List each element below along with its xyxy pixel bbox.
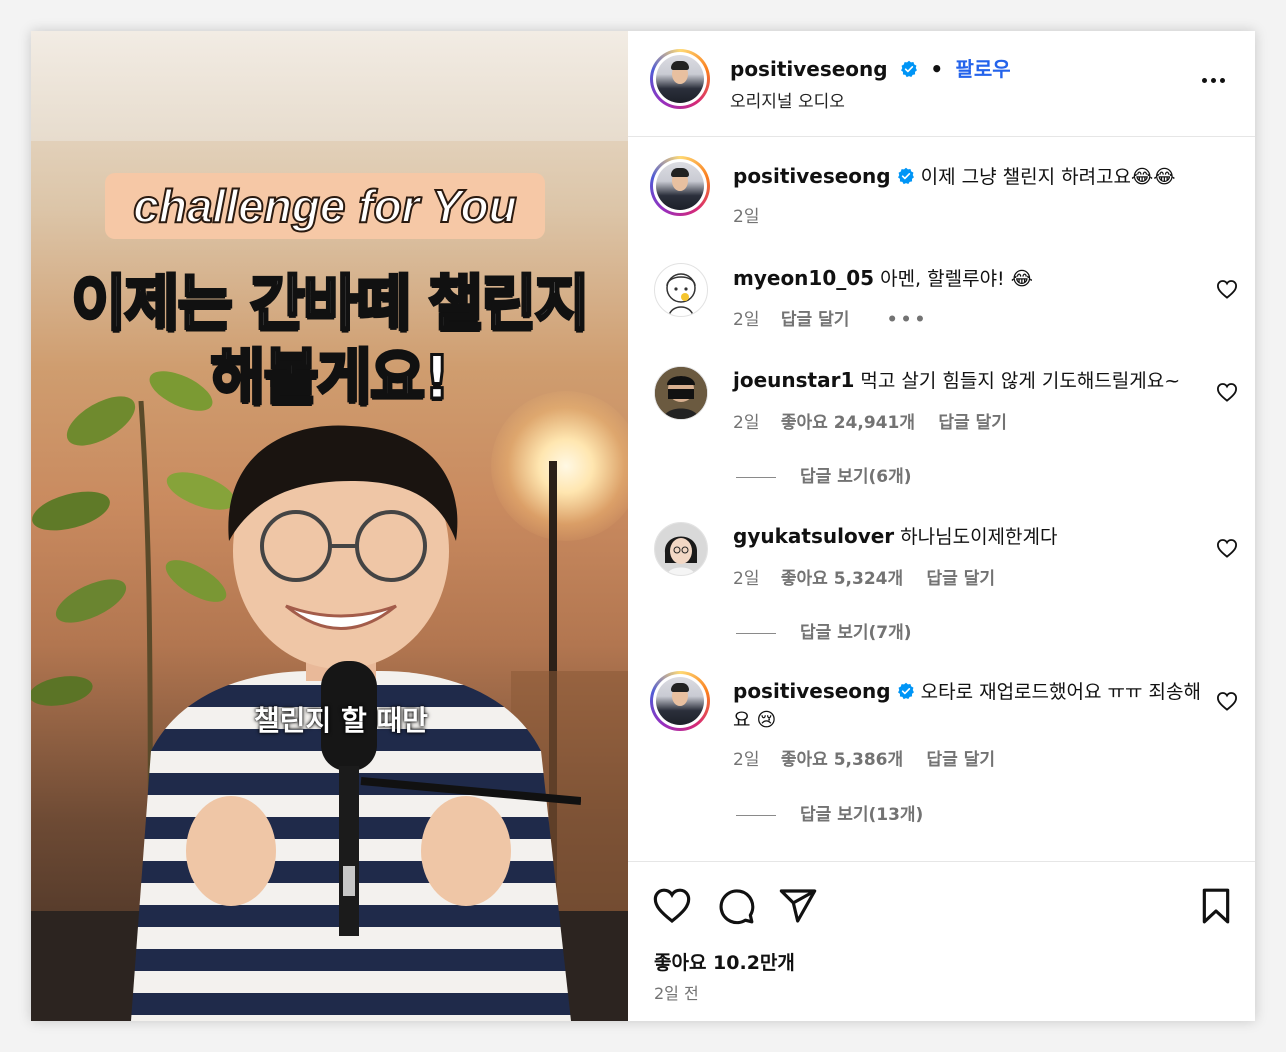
post-actions: 좋아요 10.2만개 2일 전 xyxy=(628,861,1255,1021)
comment-more-icon[interactable]: ••• xyxy=(887,310,929,330)
commenter-avatar[interactable] xyxy=(654,366,708,420)
heart-icon[interactable] xyxy=(1216,279,1238,299)
comment-username[interactable]: gyukatsulover xyxy=(733,524,894,548)
comment-time[interactable]: 2일 xyxy=(733,310,759,330)
comment-username[interactable]: joeunstar1 xyxy=(733,368,854,392)
comment-likes[interactable]: 좋아요 24,941개 xyxy=(781,413,915,433)
author-avatar[interactable] xyxy=(650,671,710,731)
overlay-headline-line2: 해볼게요! xyxy=(209,342,452,415)
reply-button[interactable]: 답글 달기 xyxy=(781,310,849,330)
comment-body: 이제 그냥 챌린지 하려고요😂😂 xyxy=(920,166,1176,188)
comment-meta: 2일 좋아요 5,324개 답글 달기 xyxy=(733,564,995,589)
post-modal: challenge for You 이제는 간바떼 챌린지 해볼게요! 챌린지 … xyxy=(31,31,1255,1021)
comment-text: joeunstar1 먹고 살기 힘들지 않게 기도해드릴게요~ xyxy=(733,366,1203,395)
comment-body: 하나님도이제한계다 xyxy=(900,526,1058,548)
post-side-panel: positiveseong • 팔로우 오리지널 오디오 positiveseo… xyxy=(628,31,1255,1021)
reply-button[interactable]: 답글 달기 xyxy=(938,413,1006,433)
commenter-avatar[interactable] xyxy=(654,522,708,576)
comment-meta: 2일 xyxy=(733,202,775,227)
author-avatar[interactable] xyxy=(650,156,710,216)
share-icon[interactable] xyxy=(778,886,818,926)
comment-time[interactable]: 2일 xyxy=(733,413,759,433)
heart-icon[interactable] xyxy=(652,886,692,926)
comment-meta: 2일 답글 달기 ••• xyxy=(733,305,928,330)
heart-icon[interactable] xyxy=(1216,382,1238,402)
bookmark-icon[interactable] xyxy=(1196,886,1236,926)
comment-text: myeon10_05 아멘, 할렐루야! 😂 xyxy=(733,264,1203,293)
reply-button[interactable]: 답글 달기 xyxy=(927,750,995,770)
video-subtitle: 챌린지 할 때만 xyxy=(253,704,429,737)
comment-meta: 2일 좋아요 24,941개 답글 달기 xyxy=(733,408,1007,433)
more-options-icon[interactable] xyxy=(1198,69,1228,91)
separator-dot: • xyxy=(930,57,944,81)
verified-badge-icon xyxy=(901,60,917,78)
heart-icon[interactable] xyxy=(1216,691,1238,711)
view-replies-label: 답글 보기(13개) xyxy=(800,805,924,825)
comment-username[interactable]: positiveseong xyxy=(733,679,891,703)
view-replies-button[interactable]: 답글 보기(13개) xyxy=(736,800,923,825)
comment-icon[interactable] xyxy=(716,886,756,926)
video-background-ceiling xyxy=(31,31,628,141)
reel-video[interactable]: challenge for You 이제는 간바떼 챌린지 해볼게요! 챌린지 … xyxy=(31,31,628,1021)
divider-line xyxy=(736,632,776,634)
view-replies-label: 답글 보기(7개) xyxy=(800,623,912,643)
author-username[interactable]: positiveseong xyxy=(730,57,888,81)
divider-line xyxy=(736,814,776,816)
overlay-title: challenge for You xyxy=(132,179,517,233)
comment-time[interactable]: 2일 xyxy=(733,569,759,589)
comment-username[interactable]: positiveseong xyxy=(733,164,891,188)
divider-line xyxy=(736,476,776,478)
author-avatar[interactable] xyxy=(650,49,710,109)
follow-button[interactable]: 팔로우 xyxy=(955,57,1010,81)
comment-text: positiveseong 오타로 재업로드했어요 ㅠㅠ 죄송해요 😢 xyxy=(733,677,1203,734)
view-replies-label: 답글 보기(6개) xyxy=(800,467,912,487)
view-replies-button[interactable]: 답글 보기(7개) xyxy=(736,618,912,643)
header-title-row: positiveseong • 팔로우 xyxy=(730,53,1011,82)
commenter-avatar[interactable] xyxy=(654,263,708,317)
post-timestamp[interactable]: 2일 전 xyxy=(654,980,699,1004)
comment-text: positiveseong 이제 그냥 챌린지 하려고요😂😂 xyxy=(733,162,1203,191)
comment-body: 아멘, 할렐루야! 😂 xyxy=(880,268,1033,290)
comment-time[interactable]: 2일 xyxy=(733,207,759,227)
audio-label[interactable]: 오리지널 오디오 xyxy=(730,87,845,112)
comment-likes[interactable]: 좋아요 5,386개 xyxy=(781,750,903,770)
verified-badge-icon xyxy=(897,682,914,700)
comment-meta: 2일 좋아요 5,386개 답글 달기 xyxy=(733,745,995,770)
post-header: positiveseong • 팔로우 오리지널 오디오 xyxy=(628,31,1255,137)
comment-username[interactable]: myeon10_05 xyxy=(733,266,874,290)
reply-button[interactable]: 답글 달기 xyxy=(927,569,995,589)
post-likes-count[interactable]: 좋아요 10.2만개 xyxy=(654,948,795,975)
heart-icon[interactable] xyxy=(1216,538,1238,558)
comment-body: 먹고 살기 힘들지 않게 기도해드릴게요~ xyxy=(860,370,1181,392)
view-replies-button[interactable]: 답글 보기(6개) xyxy=(736,462,912,487)
verified-badge-icon xyxy=(897,167,914,185)
comment-time[interactable]: 2일 xyxy=(733,750,759,770)
comment-likes[interactable]: 좋아요 5,324개 xyxy=(781,569,903,589)
comment-text: gyukatsulover 하나님도이제한계다 xyxy=(733,522,1203,551)
